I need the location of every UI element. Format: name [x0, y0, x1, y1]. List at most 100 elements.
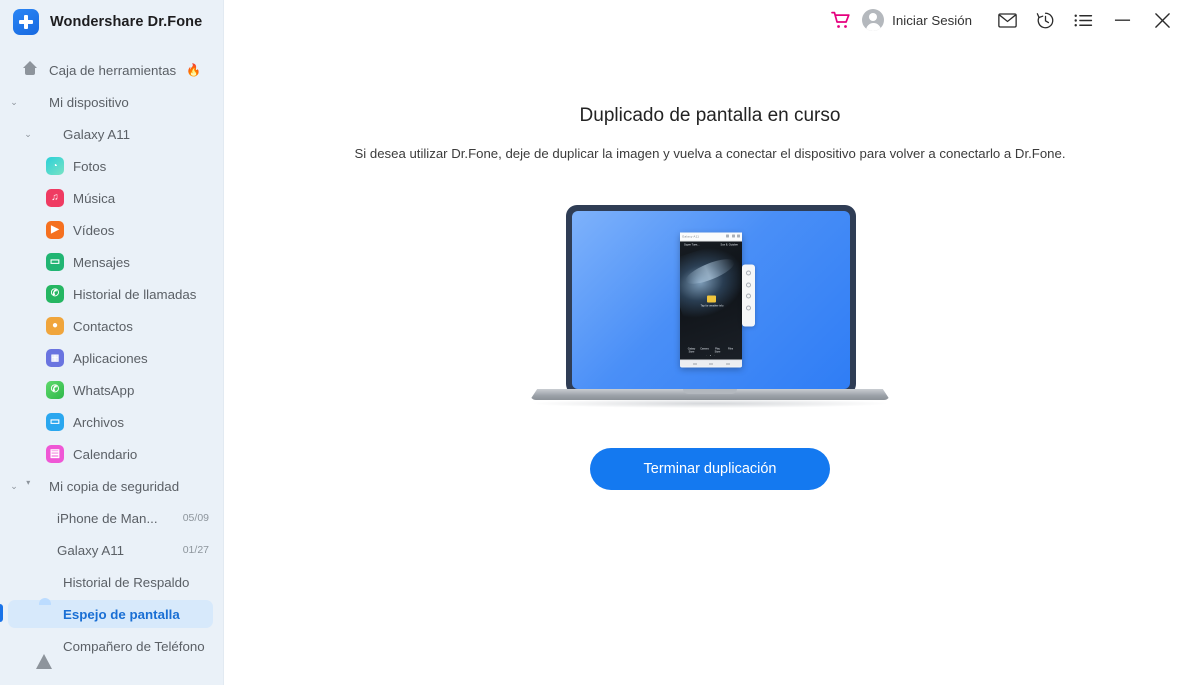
- backup-date: 01/27: [182, 544, 209, 556]
- home-icon: [22, 61, 40, 79]
- user-avatar-icon: [862, 9, 885, 31]
- sidebar-item-aplicaciones[interactable]: ▦ Aplicaciones: [0, 342, 223, 374]
- weather-widget-icon: [707, 295, 716, 303]
- sidebar-item-backup-history[interactable]: Historial de Respaldo: [0, 566, 223, 598]
- files-icon: ▭: [46, 413, 64, 431]
- sidebar-item-archivos[interactable]: ▭ Archivos: [0, 406, 223, 438]
- phone-window-controls: [726, 234, 740, 238]
- sidebar-item-calendario[interactable]: ▤ Calendario: [0, 438, 223, 470]
- sidebar-item-contactos[interactable]: ● Contactos: [0, 310, 223, 342]
- whatsapp-icon: ✆: [46, 381, 64, 399]
- weather-widget-label: Tap for weather info: [700, 304, 724, 308]
- envelope-icon[interactable]: [988, 3, 1026, 37]
- title-bar: Iniciar Sesión: [224, 0, 1196, 40]
- sidebar-item-musica[interactable]: ♫ Música: [0, 182, 223, 214]
- photos-icon: ◔: [46, 157, 64, 175]
- keyboard-icon: [746, 293, 751, 299]
- sidebar-item-label: Mi dispositivo: [49, 94, 129, 110]
- page-subtitle: Si desea utilizar Dr.Fone, deje de dupli…: [354, 146, 1066, 161]
- sidebar-item-label: Compañero de Teléfono: [63, 638, 205, 654]
- sidebar-item-label: Archivos: [73, 414, 124, 430]
- sidebar-item-backup-iphone[interactable]: iPhone de Man... 05/09: [0, 502, 223, 534]
- selection-indicator: [0, 604, 3, 622]
- sidebar-item-mensajes[interactable]: ▭ Mensajes: [0, 246, 223, 278]
- screen-mirror-icon: [36, 605, 54, 623]
- chevron-down-icon[interactable]: ⌄: [20, 129, 36, 139]
- content-panel: Duplicado de pantalla en curso Si desea …: [224, 105, 1196, 490]
- plus-badge-icon: [13, 9, 39, 35]
- mirror-control-panel: [742, 264, 755, 327]
- sidebar-item-label: Galaxy A11: [57, 542, 125, 558]
- sidebar-item-label: Historial de Respaldo: [63, 574, 190, 590]
- sidebar-item-my-backup[interactable]: ⌄ Mi copia de seguridad: [0, 470, 223, 502]
- sidebar-item-whatsapp[interactable]: ✆ WhatsApp: [0, 374, 223, 406]
- phone-app: Galaxy Store: [687, 347, 696, 354]
- phone-app: Play Store: [713, 347, 722, 354]
- settings-icon: [746, 305, 751, 311]
- sidebar-item-my-device[interactable]: ⌄ Mi dispositivo: [0, 86, 223, 118]
- minimize-icon[interactable]: [1102, 3, 1142, 37]
- wallpaper-glow: [680, 241, 742, 328]
- phone-app-label: Galaxy Store: [687, 347, 696, 354]
- clock-history-icon[interactable]: [1026, 3, 1064, 37]
- phone-app: Camera: [700, 347, 709, 354]
- chevron-down-icon[interactable]: ⌄: [6, 97, 22, 107]
- sidebar-item-label: Calendario: [73, 446, 138, 462]
- end-mirroring-button[interactable]: Terminar duplicación: [590, 448, 830, 490]
- call-history-icon: ✆: [46, 285, 64, 303]
- sidebar-item-label: WhatsApp: [73, 382, 135, 398]
- close-icon[interactable]: [1142, 3, 1182, 37]
- list-menu-icon[interactable]: [1064, 3, 1102, 37]
- laptop-mirroring-phone-illustration: Galaxy A11 Super Tues... Sun 8, October: [530, 205, 890, 410]
- sidebar-item-label: Vídeos: [73, 222, 115, 238]
- sidebar-item-label: Música: [73, 190, 116, 206]
- sign-in-label: Iniciar Sesión: [892, 12, 972, 28]
- videos-icon: ▶: [46, 221, 64, 239]
- phone-app-row: [680, 358, 742, 360]
- sidebar-item-label: Mi copia de seguridad: [49, 478, 180, 494]
- sidebar-item-fotos[interactable]: ◔ Fotos: [0, 150, 223, 182]
- brand-title: Wondershare Dr.Fone: [50, 14, 203, 30]
- sign-in-button[interactable]: Iniciar Sesión: [862, 9, 972, 31]
- restore-drive-icon: [36, 573, 54, 591]
- sidebar-item-videos[interactable]: ▶ Vídeos: [0, 214, 223, 246]
- sidebar-item-screen-mirror[interactable]: Espejo de pantalla: [0, 598, 223, 630]
- phone-icon: [36, 125, 54, 143]
- sidebar-item-phone-companion[interactable]: Compañero de Teléfono: [0, 630, 223, 669]
- phone-mirror-window: Galaxy A11 Super Tues... Sun 8, October: [680, 232, 755, 368]
- record-icon: [746, 270, 751, 276]
- screenshot-icon: [746, 282, 751, 288]
- collapse-icon: [746, 317, 751, 320]
- sidebar-item-label: Galaxy A11: [63, 126, 131, 142]
- sidebar-item-label: Aplicaciones: [73, 350, 148, 366]
- sidebar: Wondershare Dr.Fone Caja de herramientas…: [0, 0, 224, 685]
- sidebar-item-label: Caja de herramientas: [49, 62, 177, 78]
- contacts-icon: ●: [46, 317, 64, 335]
- backup-drive-icon: [22, 477, 40, 495]
- phone-app-label: Camera: [700, 347, 709, 351]
- brand: Wondershare Dr.Fone: [0, 0, 223, 44]
- laptop-lid: Galaxy A11 Super Tues... Sun 8, October: [566, 205, 856, 395]
- sidebar-item-call-history[interactable]: ✆ Historial de llamadas: [0, 278, 223, 310]
- phone-app: Files: [726, 347, 735, 354]
- sidebar-item-label: Contactos: [73, 318, 133, 334]
- sidebar-item-galaxy-a11[interactable]: ⌄ Galaxy A11: [0, 118, 223, 150]
- phone-icon: [30, 509, 48, 527]
- phone-app-dock: Galaxy Store Camera Play Store Files · ▪…: [680, 347, 742, 360]
- application-window: Wondershare Dr.Fone Caja de herramientas…: [0, 0, 1196, 685]
- backup-date: 05/09: [182, 512, 209, 524]
- sidebar-item-toolbox[interactable]: Caja de herramientas 🔥: [0, 54, 223, 86]
- calendar-icon: ▤: [46, 445, 64, 463]
- music-icon: ♫: [46, 189, 64, 207]
- messages-icon: ▭: [46, 253, 64, 271]
- phone-screen: Super Tues... Sun 8, October Tap for wea…: [680, 241, 742, 360]
- phone-app-label: Files: [727, 347, 734, 351]
- laptop-shadow: [534, 399, 886, 408]
- phone-icon: [22, 93, 40, 111]
- sidebar-nav: Caja de herramientas 🔥 ⌄ Mi dispositivo …: [0, 54, 223, 669]
- sidebar-item-backup-galaxy[interactable]: Galaxy A11 01/27: [0, 534, 223, 566]
- sidebar-item-label: Fotos: [73, 158, 107, 174]
- shopping-cart-icon[interactable]: [824, 11, 858, 29]
- chevron-down-icon[interactable]: ⌄: [6, 481, 22, 491]
- apps-icon: ▦: [46, 349, 64, 367]
